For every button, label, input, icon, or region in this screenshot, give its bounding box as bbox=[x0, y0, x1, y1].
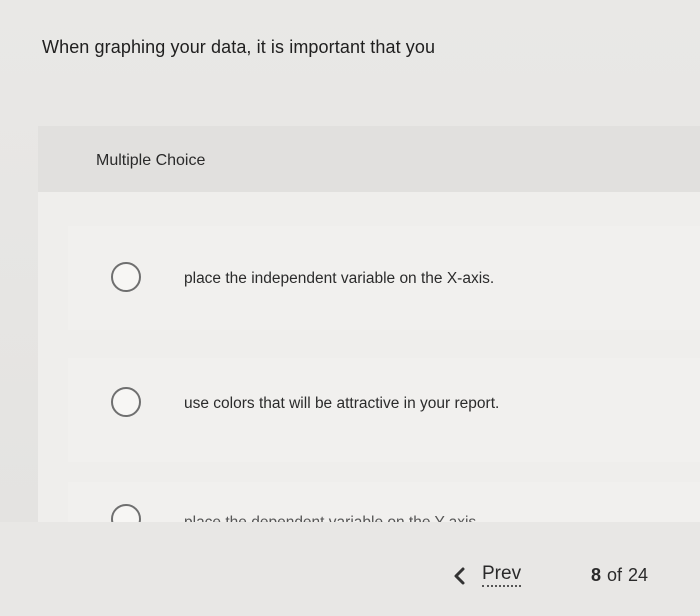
radio-circle-icon[interactable] bbox=[111, 262, 141, 292]
radio-circle-icon[interactable] bbox=[111, 387, 141, 417]
page: When graphing your data, it is important… bbox=[0, 0, 700, 616]
radio-circle-icon[interactable] bbox=[111, 504, 141, 522]
question-footer: Prev 8 of 24 bbox=[0, 522, 700, 616]
page-counter: 8 of 24 bbox=[591, 565, 648, 586]
answer-option-label: place the dependent variable on the Y-ax… bbox=[184, 514, 480, 522]
prev-button[interactable]: Prev bbox=[452, 564, 522, 587]
card-header: Multiple Choice bbox=[38, 126, 700, 192]
answer-option-2[interactable]: use colors that will be attractive in yo… bbox=[68, 358, 700, 462]
question-type-label: Multiple Choice bbox=[96, 152, 206, 169]
answer-option-3[interactable]: place the dependent variable on the Y-ax… bbox=[68, 482, 700, 522]
answer-option-label: place the independent variable on the X-… bbox=[184, 270, 495, 287]
question-card: Multiple Choice place the independent va… bbox=[38, 126, 700, 522]
total-pages: 24 bbox=[628, 565, 649, 585]
answer-option-1[interactable]: place the independent variable on the X-… bbox=[68, 226, 700, 330]
chevron-left-icon bbox=[454, 567, 465, 584]
question-prompt: When graphing your data, it is important… bbox=[42, 37, 436, 57]
prev-label: Prev bbox=[482, 564, 522, 587]
page-separator: of bbox=[607, 565, 623, 585]
answer-option-label: use colors that will be attractive in yo… bbox=[184, 395, 500, 412]
current-page: 8 bbox=[591, 565, 602, 585]
